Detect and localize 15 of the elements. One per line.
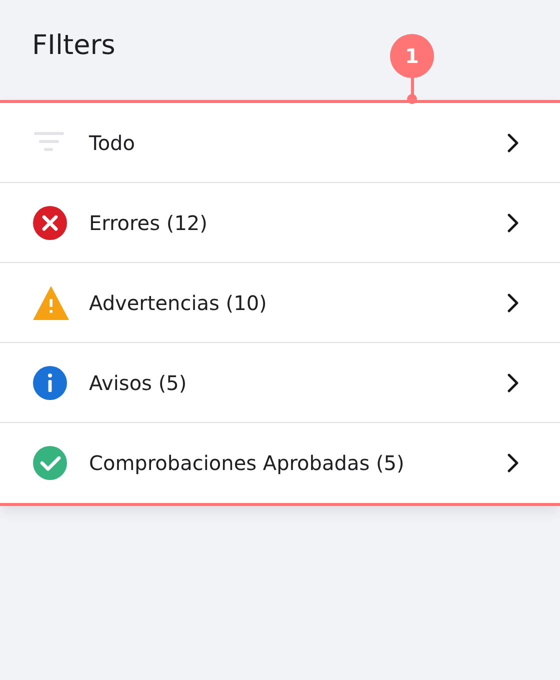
chevron-right-icon	[506, 212, 520, 234]
chevron-right-icon	[506, 132, 520, 154]
check-icon	[33, 445, 69, 481]
chevron-right-icon	[506, 372, 520, 394]
filter-item[interactable]: Errores (12)	[0, 183, 560, 263]
chevron-right-icon	[506, 452, 520, 474]
filter-item[interactable]: Avisos (5)	[0, 343, 560, 423]
info-icon	[33, 364, 69, 400]
filter-item[interactable]: Comprobaciones Aprobadas (5)	[0, 423, 560, 503]
chevron-right-icon	[506, 292, 520, 314]
warning-icon	[33, 284, 69, 320]
filter-item[interactable]: Todo	[0, 103, 560, 183]
panel-title: FIlters	[32, 30, 116, 60]
error-icon	[33, 204, 69, 240]
filter-item[interactable]: Advertencias (10)	[0, 263, 560, 343]
